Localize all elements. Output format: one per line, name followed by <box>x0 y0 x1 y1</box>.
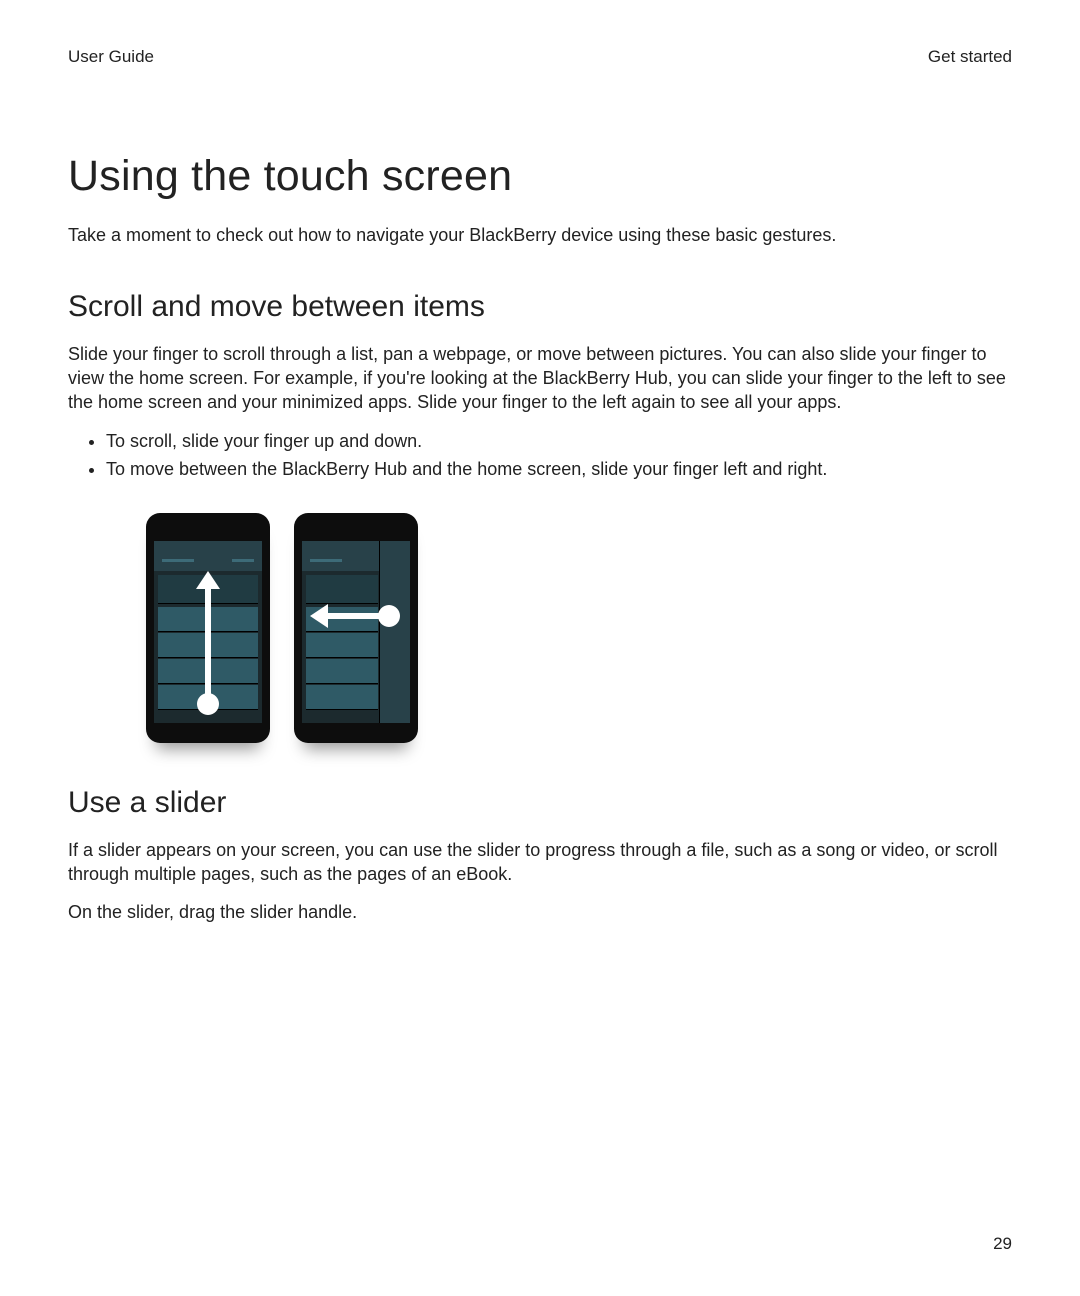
phone-screen <box>302 541 410 723</box>
phone-vertical-scroll <box>146 513 270 743</box>
bullet-item: To move between the BlackBerry Hub and t… <box>106 457 1012 481</box>
section-slider: Use a slider If a slider appears on your… <box>68 783 1012 924</box>
phone-screen <box>154 541 262 723</box>
header-right: Get started <box>928 46 1012 69</box>
page-header: User Guide Get started <box>68 46 1012 69</box>
swipe-left-icon <box>302 541 410 723</box>
section-scroll-heading: Scroll and move between items <box>68 287 1012 328</box>
intro-text: Take a moment to check out how to naviga… <box>68 223 1012 247</box>
page: User Guide Get started Using the touch s… <box>0 0 1080 1296</box>
header-left: User Guide <box>68 46 154 69</box>
section-scroll-body: Slide your finger to scroll through a li… <box>68 342 1012 415</box>
bullet-item: To scroll, slide your finger up and down… <box>106 429 1012 453</box>
gesture-illustration <box>146 513 1012 743</box>
section-scroll-bullets: To scroll, slide your finger up and down… <box>68 429 1012 482</box>
section-slider-heading: Use a slider <box>68 783 1012 824</box>
page-number: 29 <box>993 1233 1012 1256</box>
swipe-up-icon <box>154 541 262 723</box>
page-title: Using the touch screen <box>68 147 1012 205</box>
section-slider-body: If a slider appears on your screen, you … <box>68 838 1012 887</box>
phone-horizontal-scroll <box>294 513 418 743</box>
section-slider-instruction: On the slider, drag the slider handle. <box>68 900 1012 924</box>
